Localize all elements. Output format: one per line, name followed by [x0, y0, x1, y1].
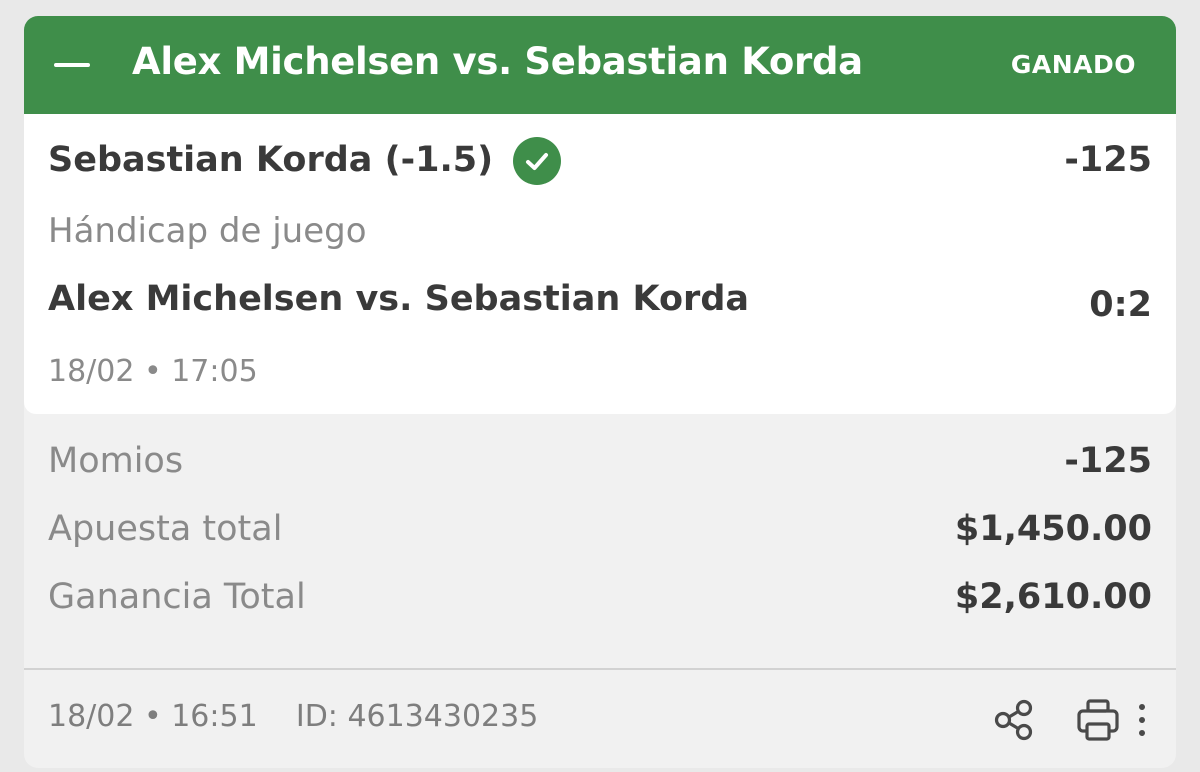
minus-icon[interactable]	[54, 63, 90, 67]
print-glyph	[1077, 699, 1119, 741]
more-vertical-icon[interactable]	[1134, 700, 1150, 740]
selection-odds: -125	[1064, 140, 1152, 180]
share-glyph	[994, 699, 1033, 741]
check-circle-icon	[513, 137, 561, 185]
bet-card: Alex Michelsen vs. Sebastian Korda GANAD…	[24, 16, 1176, 768]
more-glyph	[1139, 704, 1145, 736]
payout-row: Ganancia Total $2,610.00	[48, 577, 1152, 627]
stake-value: $1,450.00	[954, 509, 1152, 549]
footer-divider	[24, 668, 1176, 670]
print-icon[interactable]	[1074, 696, 1122, 744]
event-datetime: 18/02 • 17:05	[48, 354, 258, 389]
event-score: 0:2	[1089, 285, 1152, 325]
footer-gap	[267, 699, 286, 734]
payout-label: Ganancia Total	[48, 577, 306, 617]
odds-value: -125	[1064, 441, 1152, 481]
event-name: Alex Michelsen vs. Sebastian Korda	[48, 279, 749, 319]
status-badge: GANADO	[1010, 50, 1136, 79]
odds-label: Momios	[48, 441, 184, 481]
stake-label: Apuesta total	[48, 509, 283, 549]
odds-row: Momios -125	[48, 441, 1152, 491]
placed-datetime: 18/02 • 16:51	[48, 699, 258, 734]
selection-name: Sebastian Korda (-1.5)	[48, 140, 494, 180]
bet-id: ID: 4613430235	[295, 699, 539, 734]
header-title: Alex Michelsen vs. Sebastian Korda	[132, 40, 863, 83]
share-icon[interactable]	[990, 696, 1038, 744]
stake-row: Apuesta total $1,450.00	[48, 509, 1152, 559]
bet-selection-panel: Sebastian Korda (-1.5) -125 Hándicap de …	[24, 114, 1176, 414]
footer-meta: 18/02 • 16:51 ID: 4613430235	[48, 699, 538, 734]
bet-header[interactable]: Alex Michelsen vs. Sebastian Korda GANAD…	[24, 16, 1176, 114]
payout-value: $2,610.00	[954, 577, 1152, 617]
market-name: Hándicap de juego	[48, 211, 367, 251]
check-mark-glyph	[526, 153, 548, 170]
